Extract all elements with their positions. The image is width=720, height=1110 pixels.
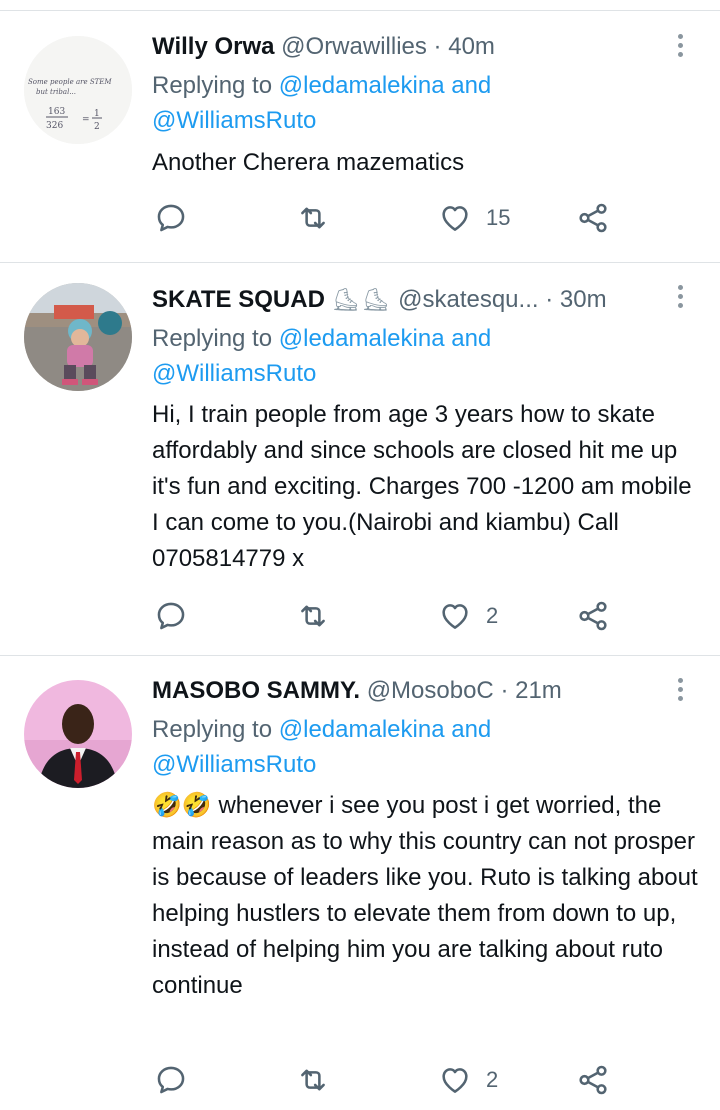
tweet-card[interactable]: SKATE SQUAD ⛸⛸ @skatesqu... · 30m Replyi…: [0, 263, 720, 655]
like-button[interactable]: 2: [438, 596, 498, 636]
replying-prefix: Replying to: [152, 325, 273, 352]
share-icon: [579, 601, 607, 631]
tweet-actions: 2: [152, 1060, 672, 1100]
like-count: 15: [486, 205, 511, 230]
retweet-button[interactable]: [296, 1060, 330, 1100]
replying-to: Replying to @ledamalekina and @WilliamsR…: [152, 712, 672, 782]
tweet-time[interactable]: 21m: [515, 677, 562, 704]
heart-icon: [442, 1068, 468, 1093]
svg-text:=: =: [82, 115, 90, 125]
separator-dot: ·: [500, 677, 509, 704]
laughing-emoji: 🤣🤣: [152, 792, 212, 819]
user-handle[interactable]: @MosoboC: [367, 677, 494, 704]
tweet-actions: 2: [152, 596, 672, 636]
like-button[interactable]: 15: [438, 198, 510, 238]
tweet-header: MASOBO SAMMY. @MosoboC · 21m: [152, 676, 562, 706]
tweet-actions: 15: [152, 198, 672, 238]
like-button[interactable]: 2: [438, 1060, 498, 1100]
more-vertical-icon[interactable]: [668, 34, 692, 61]
svg-text:Some people are STEM: Some people are STEM: [28, 78, 112, 86]
avatar-image: Some people are STEM but tribal... 163 3…: [24, 36, 132, 144]
more-vertical-icon[interactable]: [668, 285, 692, 312]
replying-prefix: Replying to: [152, 716, 273, 743]
svg-text:163: 163: [48, 107, 65, 117]
tweet-text: Another Cherera mazematics: [152, 145, 702, 181]
replying-to: Replying to @ledamalekina and @WilliamsR…: [152, 68, 672, 138]
retweet-button[interactable]: [296, 596, 330, 636]
mention-link[interactable]: @WilliamsRuto: [152, 360, 316, 387]
share-button[interactable]: [576, 198, 610, 238]
share-button[interactable]: [576, 1060, 610, 1100]
tweet-header: SKATE SQUAD ⛸⛸ @skatesqu... · 30m: [152, 285, 607, 315]
svg-text:but tribal...: but tribal...: [36, 88, 76, 96]
replying-and[interactable]: and: [451, 325, 491, 352]
avatar[interactable]: [24, 680, 132, 788]
heart-icon: [442, 206, 468, 231]
share-icon: [579, 1065, 607, 1095]
display-name[interactable]: Willy Orwa: [152, 33, 274, 60]
replying-to: Replying to @ledamalekina and @WilliamsR…: [152, 321, 672, 391]
separator-dot: ·: [545, 286, 554, 313]
tweet-card[interactable]: MASOBO SAMMY. @MosoboC · 21m Replying to…: [0, 656, 720, 1110]
reply-button[interactable]: [154, 596, 188, 636]
tweet-time[interactable]: 40m: [448, 33, 495, 60]
avatar-image: [24, 283, 132, 391]
user-handle[interactable]: @skatesqu...: [398, 286, 538, 313]
skate-emoji: ⛸⛸: [331, 287, 392, 312]
tweet-header: Willy Orwa @Orwawillies · 40m: [152, 32, 495, 62]
reply-bubble-icon: [157, 1066, 185, 1094]
mention-link[interactable]: @ledamalekina: [279, 716, 445, 743]
tweet-text-content: whenever i see you post i get worried, t…: [152, 792, 698, 999]
reply-bubble-icon: [157, 204, 185, 232]
avatar-image: [24, 680, 132, 788]
mention-link[interactable]: @WilliamsRuto: [152, 107, 316, 134]
mention-link[interactable]: @ledamalekina: [279, 325, 445, 352]
reply-button[interactable]: [154, 198, 188, 238]
retweet-icon: [301, 605, 325, 627]
reply-button[interactable]: [154, 1060, 188, 1100]
replying-and[interactable]: and: [451, 72, 491, 99]
display-name[interactable]: SKATE SQUAD: [152, 286, 325, 313]
user-handle[interactable]: @Orwawillies: [281, 33, 427, 60]
tweet-text: Hi, I train people from age 3 years how …: [152, 397, 702, 577]
replying-prefix: Replying to: [152, 72, 273, 99]
like-count: 2: [486, 1067, 499, 1092]
retweet-icon: [301, 207, 325, 229]
mention-link[interactable]: @ledamalekina: [279, 72, 445, 99]
like-count: 2: [486, 603, 499, 628]
tweet-text-content: Another Cherera mazematics: [152, 149, 465, 176]
retweet-button[interactable]: [296, 198, 330, 238]
tweet-text: 🤣🤣 whenever i see you post i get worried…: [152, 788, 702, 1004]
avatar[interactable]: Some people are STEM but tribal... 163 3…: [24, 36, 132, 144]
more-vertical-icon[interactable]: [668, 678, 692, 705]
tweet-time[interactable]: 30m: [560, 286, 607, 313]
retweet-icon: [301, 1069, 325, 1091]
tweet-text-content: Hi, I train people from age 3 years how …: [152, 401, 692, 572]
reply-bubble-icon: [157, 602, 185, 630]
svg-text:2: 2: [94, 122, 100, 132]
svg-text:326: 326: [46, 121, 63, 131]
mention-link[interactable]: @WilliamsRuto: [152, 751, 316, 778]
heart-icon: [442, 604, 468, 629]
share-icon: [579, 203, 607, 233]
replying-and[interactable]: and: [451, 716, 491, 743]
separator-dot: ·: [433, 33, 442, 60]
share-button[interactable]: [576, 596, 610, 636]
tweet-card[interactable]: Some people are STEM but tribal... 163 3…: [0, 0, 720, 262]
display-name[interactable]: MASOBO SAMMY.: [152, 677, 360, 704]
avatar[interactable]: [24, 283, 132, 391]
